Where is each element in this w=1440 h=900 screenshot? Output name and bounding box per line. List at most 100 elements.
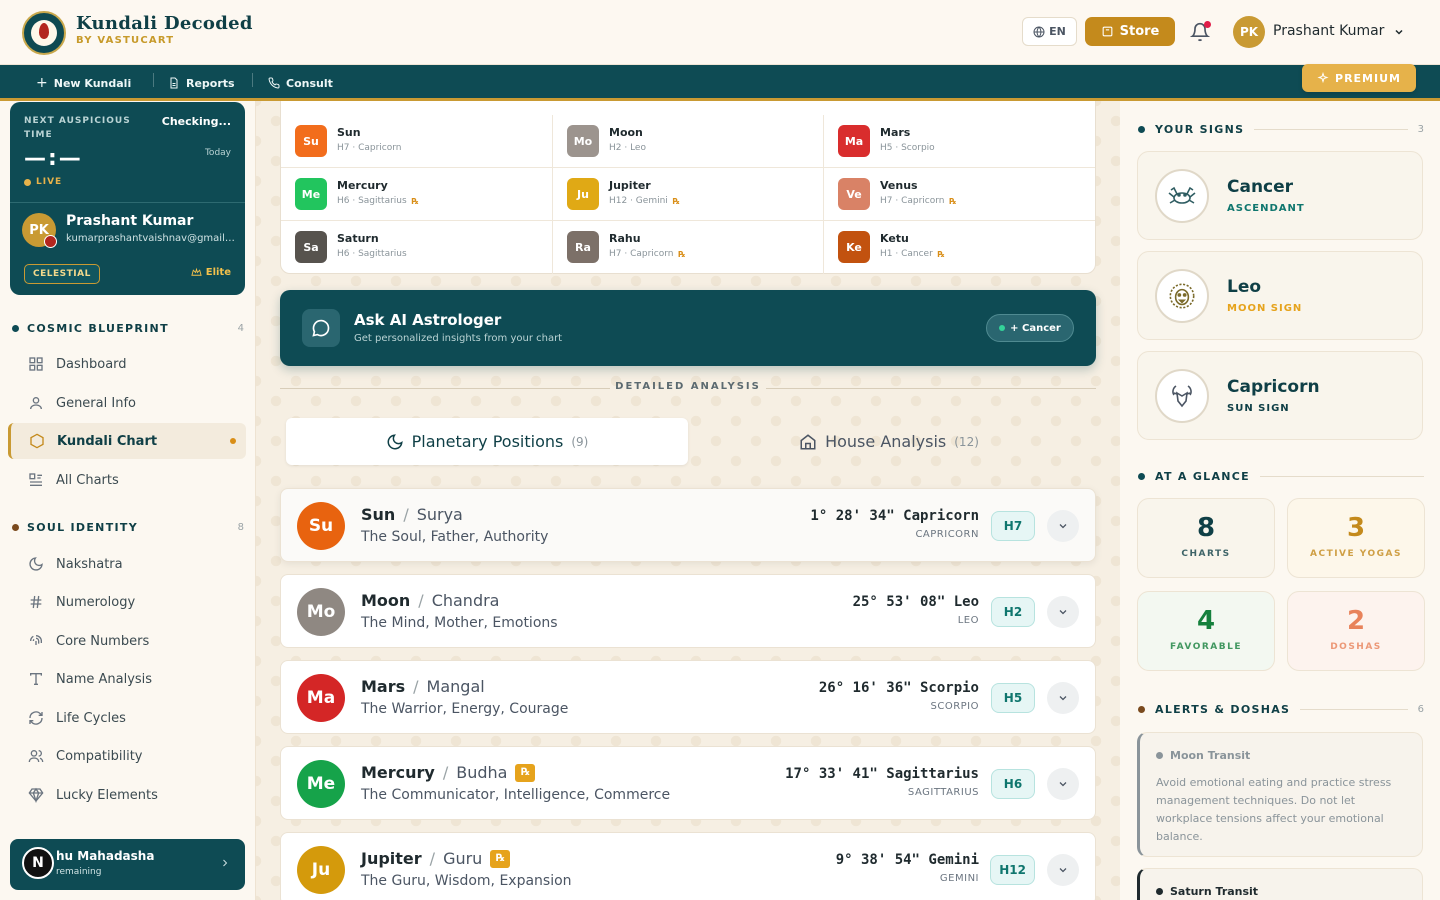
sidebar-item-lucky-elements[interactable]: Lucky Elements	[8, 777, 246, 813]
planet-sanskrit-name: Guru	[443, 849, 483, 868]
glance-stat-doshas[interactable]: 2 DOSHAS	[1287, 591, 1425, 671]
planet-sanskrit-name: Chandra	[431, 591, 500, 610]
house-badge[interactable]: H12	[990, 855, 1035, 885]
sign-role: MOON SIGN	[1227, 303, 1303, 314]
sidebar-item-all-charts[interactable]: All Charts	[8, 462, 246, 498]
nav-divider	[252, 73, 253, 87]
placement-text: H6 · Sagittarius	[337, 196, 407, 206]
planet-placement: H1 · Cancer ℞	[880, 249, 946, 259]
sidebar-item-dashboard[interactable]: Dashboard	[8, 346, 246, 382]
ask-ai-astrologer-banner[interactable]: Ask AI Astrologer Get personalized insig…	[280, 290, 1096, 366]
planet-avatar: Ju	[297, 846, 345, 894]
glance-stat-charts[interactable]: 8 CHARTS	[1137, 498, 1275, 578]
planet-grid-cell[interactable]: Sa Saturn H6 · Sagittarius	[281, 221, 553, 274]
ask-subtitle: Get personalized insights from your char…	[354, 333, 563, 344]
sidebar-item-label: Kundali Chart	[57, 433, 158, 449]
alert-card[interactable]: Moon Transit Avoid emotional eating and p…	[1137, 732, 1423, 857]
planet-grid-cell[interactable]: Mo Moon H2 · Leo	[553, 115, 824, 168]
planet-description: The Mind, Mother, Emotions	[361, 615, 558, 631]
sign-card[interactable]: Capricorn SUN SIGN	[1137, 351, 1423, 440]
retrograde-icon: ℞	[411, 196, 419, 206]
user-avatar[interactable]: PK	[1233, 16, 1265, 48]
stat-label: DOSHAS	[1330, 642, 1382, 652]
planet-grid-cell[interactable]: Ju Jupiter H12 · Gemini ℞	[553, 168, 824, 221]
planet-card[interactable]: Ma Mars / Mangal The Warrior, Energy, Courag…	[280, 660, 1096, 734]
tab-planetary-positions[interactable]: Planetary Positions (9)	[286, 418, 688, 465]
glance-stat-active-yogas[interactable]: 3 ACTIVE YOGAS	[1287, 498, 1425, 578]
planet-name: Sun	[337, 126, 361, 139]
language-label: EN	[1049, 25, 1066, 38]
divider-line	[1254, 128, 1408, 130]
house-badge[interactable]: H6	[991, 769, 1035, 799]
planet-grid-cell[interactable]: Ke Ketu H1 · Cancer ℞	[824, 221, 1095, 274]
section-count: 6	[1417, 703, 1424, 715]
planet-chip: Ju	[567, 178, 599, 210]
planet-grid-cell[interactable]: Ve Venus H7 · Capricorn ℞	[824, 168, 1095, 221]
chevron-down-icon[interactable]	[1393, 26, 1405, 38]
consult-button[interactable]: Consult	[268, 71, 333, 95]
planet-grid-cell[interactable]: Ma Mars H5 · Scorpio	[824, 115, 1095, 168]
sidebar-item-life-cycles[interactable]: Life Cycles	[8, 700, 246, 736]
alert-dot-icon	[1156, 752, 1163, 759]
elite-badge[interactable]: Elite	[191, 267, 231, 278]
retrograde-icon: ℞	[937, 249, 945, 259]
chevron-down-icon	[1059, 610, 1067, 615]
ascendant-pill[interactable]: + Cancer	[986, 314, 1074, 342]
expand-button[interactable]	[1047, 682, 1079, 714]
expand-button[interactable]	[1047, 854, 1079, 886]
user-name[interactable]: Prashant Kumar	[1273, 23, 1384, 39]
section-dot-icon	[12, 325, 19, 332]
sparkle-icon	[1317, 72, 1329, 84]
tier-badge: CELESTIAL	[24, 264, 100, 284]
main-content: Su Sun H7 · Capricorn Mo Moon H2 · Leo Ma Mars H…	[256, 101, 1120, 900]
stat-value: 8	[1196, 513, 1216, 543]
expand-button[interactable]	[1047, 596, 1079, 628]
sidebar-item-compatibility[interactable]: Compatibility	[8, 738, 246, 774]
reports-button[interactable]: Reports	[168, 71, 235, 95]
sign-card[interactable]: Cancer ASCENDANT	[1137, 151, 1423, 240]
expand-button[interactable]	[1047, 768, 1079, 800]
globe-icon	[1033, 26, 1045, 37]
language-button[interactable]: EN	[1022, 17, 1077, 46]
brand-title[interactable]: Kundali Decoded	[76, 13, 253, 34]
mahadasha-card[interactable]: N hu Mahadasha remaining	[10, 839, 245, 890]
planet-card[interactable]: Su Sun / Surya The Soul, Father, Authority 1°…	[280, 488, 1096, 562]
expand-button[interactable]	[1047, 510, 1079, 542]
planet-grid-cell[interactable]: Su Sun H7 · Capricorn	[281, 115, 553, 168]
planet-grid-cell[interactable]: Me Mercury H6 · Sagittarius ℞	[281, 168, 553, 221]
planet-grid: Su Sun H7 · Capricorn Mo Moon H2 · Leo Ma Mars H…	[280, 101, 1096, 274]
sign-name: Cancer	[1227, 177, 1294, 197]
divider-line	[1300, 708, 1408, 710]
planet-chip: Ve	[838, 178, 870, 210]
planet-card[interactable]: Me Mercury / Budha ℞ The Communicator, Intell…	[280, 746, 1096, 820]
house-badge[interactable]: H7	[991, 511, 1035, 541]
glance-stat-favorable[interactable]: 4 FAVORABLE	[1137, 591, 1275, 671]
premium-button[interactable]: PREMIUM	[1302, 64, 1416, 92]
planet-card[interactable]: Mo Moon / Chandra The Mind, Mother, Emotions…	[280, 574, 1096, 648]
planet-card[interactable]: Ju Jupiter / Guru ℞ The Guru, Wisdom, Expansi…	[280, 832, 1096, 900]
new-kundali-button[interactable]: + New Kundali	[36, 71, 131, 95]
sidebar-item-numerology[interactable]: Numerology	[8, 584, 246, 620]
stat-label: CHARTS	[1181, 549, 1231, 559]
planet-title: Moon / Chandra	[361, 591, 499, 610]
house-badge[interactable]: H5	[991, 683, 1035, 713]
sidebar-item-name-analysis[interactable]: Name Analysis	[8, 661, 246, 697]
house-badge[interactable]: H2	[991, 597, 1035, 627]
top-bar: Kundali Decoded BY VASTUCART EN Store PK…	[0, 0, 1440, 65]
brand-logo-icon[interactable]	[22, 11, 66, 55]
sidebar-item-kundali-chart[interactable]: Kundali Chart	[8, 423, 246, 459]
sidebar-item-general-info[interactable]: General Info	[8, 385, 246, 421]
store-button[interactable]: Store	[1085, 17, 1175, 46]
alert-card[interactable]: Saturn Transit	[1137, 868, 1423, 900]
sidebar-item-nakshatra[interactable]: Nakshatra	[8, 546, 246, 582]
phone-icon	[268, 77, 280, 89]
planet-grid-cell[interactable]: Ra Rahu H7 · Capricorn ℞	[553, 221, 824, 274]
sign-card[interactable]: Leo MOON SIGN	[1137, 251, 1423, 340]
plus-icon: +	[36, 75, 48, 91]
stat-value: 2	[1346, 606, 1366, 636]
section-dot-icon	[1138, 125, 1145, 133]
sidebar-item-core-numbers[interactable]: Core Numbers	[8, 623, 246, 659]
planet-chip: Ke	[838, 231, 870, 263]
tab-house-analysis[interactable]: House Analysis (12)	[688, 418, 1090, 465]
planet-chip: Mo	[567, 125, 599, 157]
